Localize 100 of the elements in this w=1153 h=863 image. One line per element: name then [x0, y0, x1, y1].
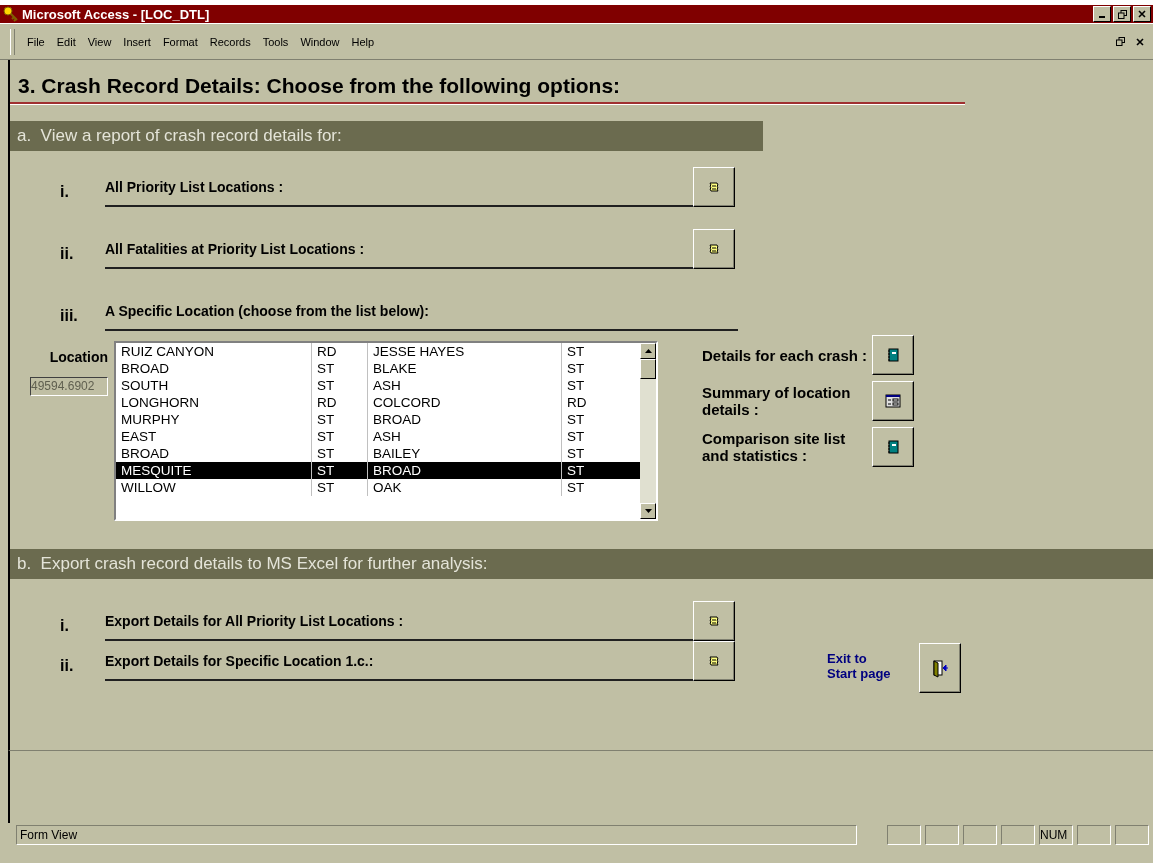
- numeral-label: i.: [59, 183, 70, 202]
- list-cell: WILLOW: [116, 479, 312, 496]
- list-cell: ST: [312, 428, 368, 445]
- minimize-button[interactable]: [1093, 6, 1111, 22]
- list-cell: ASH: [368, 377, 562, 394]
- list-row[interactable]: MURPHY ST BROAD ST: [116, 411, 640, 428]
- list-row[interactable]: SOUTH ST ASH ST: [116, 377, 640, 394]
- option-label: Comparison site list and statistics :: [702, 430, 847, 464]
- notebook-icon: [887, 440, 899, 454]
- list-cell: SOUTH: [116, 377, 312, 394]
- key-icon: [3, 6, 19, 22]
- report-button[interactable]: [693, 229, 735, 269]
- numeral-label: ii.: [59, 245, 75, 264]
- report-button[interactable]: [872, 427, 914, 467]
- location-list[interactable]: RUIZ CANYON RD JESSE HAYES ST BROAD ST BLAKE ST SOUTH ST ASH ST LONGHORN RD COLCORD RD MURPHY ST BROAD ST EAST ST ASH ST BROAD ST BAILEY ST MESQUITE ST BROAD ST WILLOW ST OAK ST: [114, 341, 658, 521]
- scroll-up-button[interactable]: [640, 343, 656, 359]
- list-row[interactable]: MESQUITE ST BROAD ST: [116, 462, 640, 479]
- report-button[interactable]: [872, 335, 914, 375]
- window-title: Microsoft Access - [LOC_DTL]: [22, 6, 210, 22]
- menu-item[interactable]: View: [87, 35, 112, 48]
- form-title: 3. Crash Record Details: Choose from the following options:: [17, 73, 622, 99]
- up-arrow-icon: [644, 349, 652, 353]
- list-cell: EAST: [116, 428, 312, 445]
- option-label: Export Details for All Priority List Locations :: [105, 613, 693, 641]
- location-field[interactable]: 49594.6902: [30, 377, 108, 396]
- down-arrow-icon: [644, 509, 652, 513]
- scroll-down-button[interactable]: [640, 503, 656, 519]
- door-icon: [930, 658, 950, 678]
- report-button[interactable]: [693, 601, 735, 641]
- notebook-icon: [887, 348, 899, 362]
- list-row[interactable]: RUIZ CANYON RD JESSE HAYES ST: [116, 343, 640, 360]
- list-cell: LONGHORN: [116, 394, 312, 411]
- option-label: Details for each crash :: [702, 346, 869, 364]
- list-cell: BROAD: [116, 360, 312, 377]
- menu-item[interactable]: Tools: [262, 35, 289, 48]
- scroll-icon: [708, 655, 720, 667]
- list-row[interactable]: WILLOW ST OAK ST: [116, 479, 640, 496]
- exit-label: Exit to Start page: [827, 650, 892, 681]
- list-row[interactable]: BROAD ST BLAKE ST: [116, 360, 640, 377]
- list-cell: ST: [312, 479, 368, 496]
- field-label: Location: [49, 349, 108, 365]
- list-cell: RD: [312, 394, 368, 411]
- status-panel: [1115, 825, 1149, 845]
- status-panel: [1001, 825, 1035, 845]
- option-label: All Fatalities at Priority List Locations :: [105, 241, 693, 269]
- numeral-label: ii.: [59, 657, 75, 676]
- exit-button[interactable]: [919, 643, 961, 693]
- list-cell: RUIZ CANYON: [116, 343, 312, 360]
- option-label: Summary of location details :: [702, 384, 852, 418]
- list-cell: BLAKE: [368, 360, 562, 377]
- list-cell: COLCORD: [368, 394, 562, 411]
- scroll-icon: [708, 615, 720, 627]
- menu-item[interactable]: File: [27, 35, 45, 48]
- list-cell: ASH: [368, 428, 562, 445]
- restore-icon: [1117, 9, 1127, 19]
- report-button[interactable]: [693, 167, 735, 207]
- restore-icon: [1115, 37, 1125, 46]
- list-cell-text: ST: [566, 360, 586, 377]
- list-cell-text: ST: [566, 428, 586, 445]
- scroll-thumb[interactable]: [640, 359, 656, 379]
- list-cell-text: ST: [566, 445, 586, 462]
- list-row[interactable]: LONGHORN RD COLCORD RD: [116, 394, 640, 411]
- section-heading: b. Export crash record details to MS Excel for further analysis:: [10, 549, 1153, 579]
- status-indicator: NUM: [1039, 825, 1073, 845]
- scrollbar[interactable]: [640, 343, 656, 519]
- list-cell-text: ST: [566, 479, 586, 496]
- menu-item[interactable]: Help: [351, 35, 375, 48]
- option-label: All Priority List Locations :: [105, 179, 693, 207]
- status-panel: [887, 825, 921, 845]
- list-cell: ST: [312, 360, 368, 377]
- list-cell: JESSE HAYES: [368, 343, 562, 360]
- menu-item[interactable]: Insert: [123, 35, 151, 48]
- list-cell: MURPHY: [116, 411, 312, 428]
- close-button[interactable]: [1133, 6, 1151, 22]
- list-cell: BROAD: [368, 411, 562, 428]
- close-icon: [1138, 10, 1146, 18]
- report-button[interactable]: [872, 381, 914, 421]
- list-cell: RD: [312, 343, 368, 360]
- option-label: A Specific Location (choose from the list below):: [105, 303, 738, 331]
- scroll-icon: [708, 243, 720, 255]
- menu-item[interactable]: Edit: [56, 35, 76, 48]
- menu-item[interactable]: Records: [209, 35, 251, 48]
- list-row[interactable]: EAST ST ASH ST: [116, 428, 640, 445]
- list-cell: ST: [312, 462, 368, 479]
- form-icon: [885, 394, 901, 408]
- list-cell-text: ST: [566, 377, 586, 394]
- list-cell: ST: [312, 377, 368, 394]
- list-cell: BROAD: [368, 462, 562, 479]
- list-cell-text: RD: [566, 394, 588, 411]
- toolbar-grip[interactable]: [10, 28, 15, 55]
- list-cell: OAK: [368, 479, 562, 496]
- menu-item[interactable]: Window: [300, 35, 340, 48]
- list-cell: ST: [312, 411, 368, 428]
- report-button[interactable]: [693, 641, 735, 681]
- option-label: Export Details for Specific Location 1.c.:: [105, 653, 693, 681]
- menu-item[interactable]: Format: [162, 35, 198, 48]
- status-panel: [1077, 825, 1111, 845]
- scroll-icon: [708, 181, 720, 193]
- numeral-label: i.: [59, 617, 70, 636]
- restore-button[interactable]: [1113, 6, 1131, 22]
